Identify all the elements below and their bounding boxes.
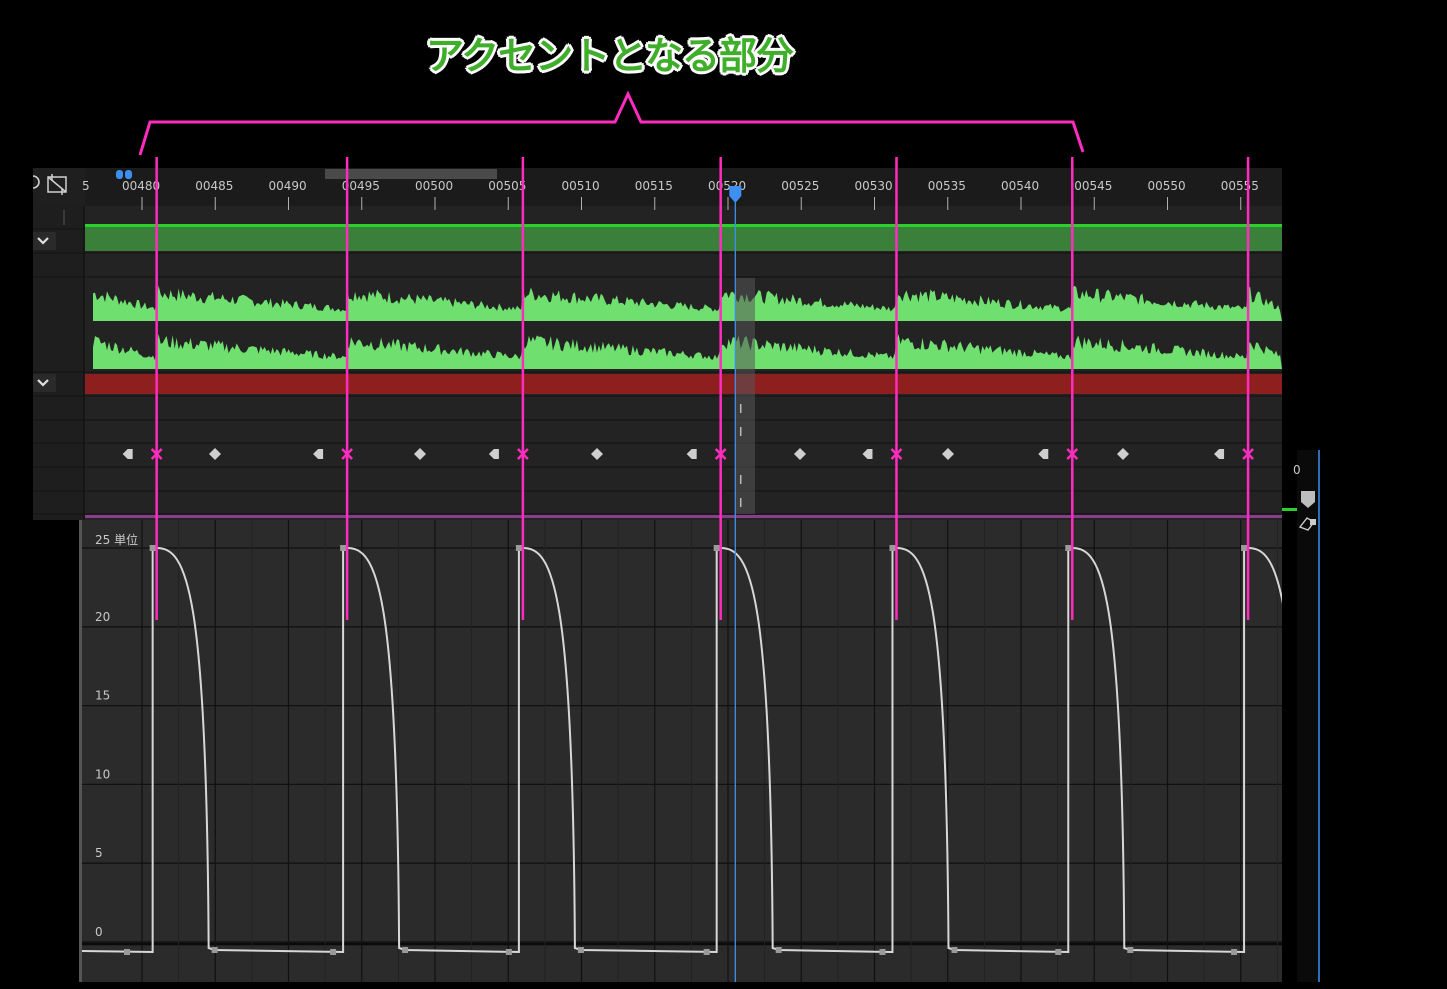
ruler-tick-label: 00540	[1001, 179, 1039, 193]
ruler-tick-label: 00490	[269, 179, 307, 193]
ruler-tick-label-partial: 5	[82, 179, 90, 193]
ruler-tick-label: 00530	[855, 179, 893, 193]
curve-keyframe-point[interactable]	[703, 949, 710, 955]
right-panel-green-line	[1282, 508, 1297, 511]
y-tick-label: 15	[95, 689, 110, 703]
ruler-tick-label: 00485	[195, 179, 233, 193]
curve-keyframe-point[interactable]	[211, 947, 218, 953]
graph-panel	[79, 520, 1297, 982]
svg-text:I: I	[739, 496, 743, 510]
curve-keyframe-point[interactable]	[149, 545, 156, 551]
ruler-tick-label: 00480	[122, 179, 160, 193]
curve-keyframe-point[interactable]	[124, 949, 130, 955]
ruler-tick-label: 00505	[488, 179, 526, 193]
right-panel-label: 0	[1293, 463, 1301, 477]
curve-keyframe-point[interactable]	[330, 949, 337, 955]
curve-keyframe-point[interactable]	[775, 947, 782, 953]
curve-keyframe-point[interactable]	[889, 545, 896, 551]
curve-keyframe-point[interactable]	[515, 545, 522, 551]
scroll-indicator[interactable]	[325, 169, 497, 179]
video-clip[interactable]	[85, 225, 1282, 251]
curve-keyframe-point[interactable]	[713, 545, 720, 551]
video-clip-top-border	[85, 224, 1282, 227]
y-tick-label: 0	[95, 925, 103, 939]
svg-text:I: I	[739, 402, 743, 416]
curve-keyframe-point[interactable]	[1241, 545, 1248, 551]
ruler-tick-label: 00510	[562, 179, 600, 193]
y-tick-label: 5	[95, 846, 103, 860]
ruler-tick-label: 00545	[1074, 179, 1112, 193]
svg-text:I: I	[739, 425, 743, 439]
adjust-track-collapse-chevron[interactable]	[33, 374, 56, 392]
y-tick-label: 10	[95, 767, 110, 781]
annotation-bracket	[138, 90, 1085, 156]
timeline-bottom-border	[85, 515, 1282, 518]
ruler-tick-label: 00525	[781, 179, 819, 193]
curve-keyframe-point[interactable]	[1055, 949, 1062, 955]
ruler-tick-label: 00555	[1221, 179, 1259, 193]
ruler-tick-label: 00515	[635, 179, 673, 193]
curve-keyframe-point[interactable]	[402, 947, 409, 953]
video-track-collapse-chevron[interactable]	[33, 232, 56, 250]
curve-keyframe-point[interactable]	[1065, 545, 1072, 551]
curve-keyframe-point[interactable]	[340, 545, 347, 551]
unit-label: 25 単位	[95, 532, 138, 547]
y-tick-label: 20	[95, 610, 110, 624]
graph-left-border	[79, 520, 82, 982]
playhead-band	[735, 278, 755, 514]
curve-keyframe-point[interactable]	[1127, 947, 1134, 953]
ruler-tick-label: 00535	[928, 179, 966, 193]
svg-text:I: I	[739, 473, 743, 487]
adjustment-clip[interactable]	[85, 374, 1282, 394]
curve-keyframe-point[interactable]	[951, 947, 958, 953]
curve-keyframe-point[interactable]	[879, 949, 886, 955]
ruler-tick-label: 00550	[1148, 179, 1186, 193]
timeline-editor: 00480 00485 00490 00495 00500 00505 00510 00515…	[32, 90, 1322, 982]
curve-keyframe-point[interactable]	[505, 949, 512, 955]
ruler-tick-label: 00500	[415, 179, 453, 193]
curve-keyframe-point[interactable]	[1231, 949, 1238, 955]
curve-keyframe-point[interactable]	[577, 947, 584, 953]
